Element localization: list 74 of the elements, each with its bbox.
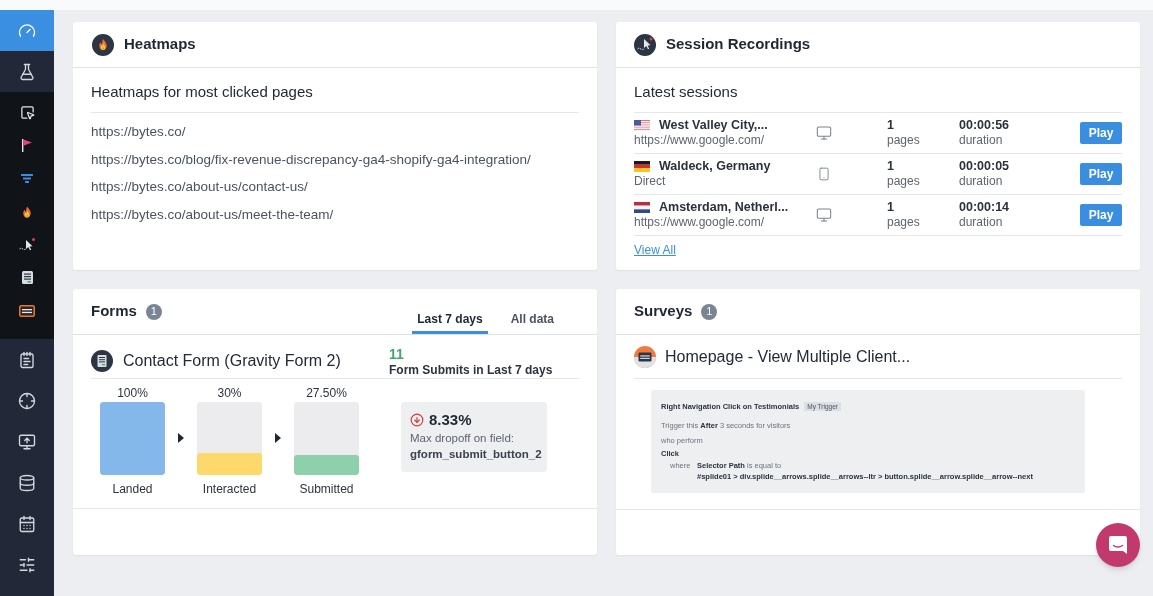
submit-count-label: Form Submits in Last 7 days (389, 363, 553, 377)
flask-icon (18, 62, 36, 81)
flag-icon (22, 139, 32, 152)
session-duration: 00:00:05 (959, 159, 1011, 174)
session-location: Amsterdam, Netherl... (659, 200, 789, 215)
page-count-label: pages (887, 174, 921, 189)
arrow-down-circle-icon (410, 413, 424, 427)
desktop-icon (816, 125, 832, 141)
survey-card-icon (19, 304, 35, 317)
gauge-icon (18, 21, 36, 40)
flag-icon (634, 161, 650, 172)
funnel-stage-label: Landed (112, 482, 153, 496)
session-duration: 00:00:56 (959, 118, 1011, 133)
phone-icon (817, 167, 831, 181)
session-source: https://www.google.com/ (634, 215, 766, 230)
session-source: Direct (634, 174, 667, 189)
flag-icon (634, 120, 650, 131)
page-link[interactable]: https://bytes.co/blog/fix-revenue-discrepancy-ga4-shopify-ga4-integration/ (91, 149, 531, 170)
flame-icon (21, 205, 33, 218)
duration-label: duration (959, 215, 1004, 230)
flame-icon (92, 33, 114, 56)
funnel-stage-label: Interacted (202, 482, 257, 496)
survey-card-icon (634, 346, 656, 368)
tab[interactable]: All data (505, 312, 559, 334)
desktop-icon (816, 207, 832, 223)
caret-right-icon (178, 433, 184, 443)
duration-label: duration (959, 174, 1004, 189)
crosshair-icon (18, 391, 36, 410)
session-source: https://www.google.com/ (634, 133, 766, 148)
session-location: Waldeck, Germany (659, 159, 771, 174)
funnel-stage-label: Submitted (299, 482, 354, 496)
cursor-path-icon (19, 237, 35, 252)
page-link[interactable]: https://bytes.co/ (91, 122, 186, 142)
card-title: Surveys (634, 301, 693, 322)
cursor-square-icon (19, 105, 35, 120)
form-name: Contact Form (Gravity Form 2) (123, 351, 341, 371)
session-duration: 00:00:14 (959, 200, 1011, 215)
tab[interactable]: Last 7 days (412, 312, 488, 334)
page-count-label: pages (887, 215, 921, 230)
dropoff-label: Max dropoff on field: (410, 431, 515, 446)
page-count: 1 (887, 118, 895, 133)
page-count-label: pages (887, 133, 921, 148)
funnel-percent: 30% (217, 386, 242, 400)
monitor-upload-icon (18, 432, 36, 451)
page-link[interactable]: https://bytes.co/about-us/meet-the-team/ (91, 204, 334, 225)
funnel-percent: 100% (117, 386, 148, 400)
page-link[interactable]: https://bytes.co/about-us/contact-us/ (91, 177, 308, 197)
card-title: Heatmaps (124, 34, 196, 55)
page-count: 1 (887, 159, 895, 174)
cursor-path-icon (634, 33, 656, 56)
dropoff-value: 8.33% (429, 410, 472, 430)
funnel-icon (21, 174, 33, 183)
card-subtitle: Heatmaps for most clicked pages (91, 82, 314, 102)
survey-name: Homepage - View Multiple Client... (665, 347, 911, 367)
flag-icon (634, 202, 650, 213)
form-icon (21, 271, 33, 284)
calendar-icon (18, 514, 36, 533)
card-subtitle: Latest sessions (634, 82, 739, 102)
count-badge: 1 (701, 303, 718, 320)
funnel-percent: 27.50% (306, 386, 347, 400)
view-all-link[interactable]: View All (634, 243, 676, 258)
card-title: Session Recordings (666, 34, 811, 55)
count-badge: 1 (145, 303, 162, 320)
page-count: 1 (887, 200, 895, 215)
database-icon (18, 473, 36, 492)
duration-label: duration (959, 133, 1004, 148)
sliders-icon (18, 555, 36, 574)
card-title: Forms (91, 301, 137, 322)
session-location: West Valley City,... (659, 118, 768, 133)
chat-bubble-icon (1108, 535, 1128, 555)
form-icon (91, 350, 113, 372)
submit-count: 11 (389, 345, 405, 363)
notepad-icon (18, 350, 36, 369)
caret-right-icon (275, 433, 281, 443)
